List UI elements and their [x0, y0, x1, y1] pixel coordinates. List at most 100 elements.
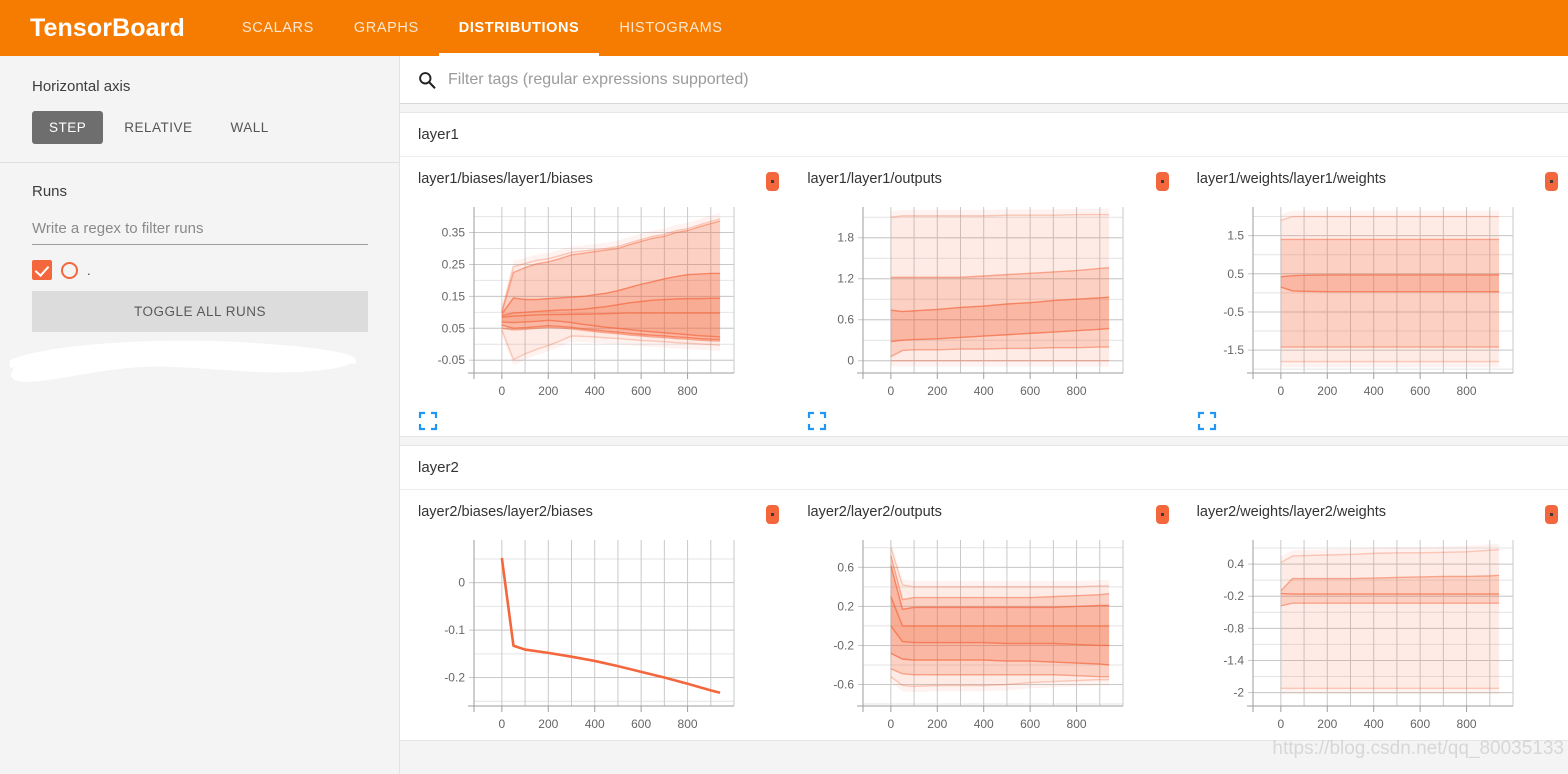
chart-plot-5[interactable]: -2 -1.4 -0.8 -0.2 0.4 0 200 400 600 800 — [1197, 530, 1558, 740]
runs-filter-input[interactable] — [32, 216, 368, 245]
app-brand: TensorBoard — [30, 13, 185, 42]
svg-text:-0.2: -0.2 — [834, 638, 855, 652]
chart-header-4: layer2/layer2/outputs — [807, 504, 1169, 524]
chart-title-1: layer1/layer1/outputs — [807, 171, 942, 187]
runs-section: Runs . TOGGLE ALL RUNS — [0, 163, 399, 332]
svg-text:600: 600 — [1020, 717, 1040, 731]
svg-text:1.5: 1.5 — [1227, 229, 1244, 243]
svg-text:0.2: 0.2 — [838, 599, 855, 613]
main-content: layer1 layer1/biases/layer1/biases -0.05… — [400, 56, 1568, 774]
chart-header-3: layer2/biases/layer2/biases — [418, 504, 780, 524]
svg-text:0: 0 — [499, 384, 506, 398]
page-body: Horizontal axis STEP RELATIVE WALL Runs … — [0, 56, 1568, 774]
toggle-all-runs-button[interactable]: TOGGLE ALL RUNS — [32, 291, 368, 332]
svg-text:800: 800 — [1067, 717, 1087, 731]
axis-option-relative[interactable]: RELATIVE — [107, 111, 209, 144]
chart-plot-3[interactable]: -0.2 -0.1 0 0 200 400 600 800 — [418, 530, 779, 740]
chart-card-4: layer2/layer2/outputs -0.6 -0.2 0.2 0.6 0 200… — [789, 490, 1178, 740]
svg-text:200: 200 — [928, 717, 948, 731]
chart-plot-2[interactable]: -1.5 -0.5 0.5 1.5 0 200 400 600 800 — [1197, 197, 1558, 407]
svg-text:0.6: 0.6 — [838, 560, 855, 574]
run-swatch-icon — [1544, 172, 1558, 191]
svg-text:-0.1: -0.1 — [444, 623, 465, 637]
tag-filter-input[interactable] — [446, 69, 1554, 90]
tab-graphs[interactable]: GRAPHS — [334, 0, 439, 56]
svg-text:0.05: 0.05 — [442, 321, 466, 335]
svg-text:600: 600 — [1020, 384, 1040, 398]
chart-group-layer2: layer2 layer2/biases/layer2/biases -0.2 -… — [400, 445, 1568, 741]
chart-plot-1[interactable]: 0 0.6 1.2 1.8 0 200 400 600 800 — [807, 197, 1168, 407]
tab-scalars[interactable]: SCALARS — [222, 0, 334, 56]
horizontal-axis-label: Horizontal axis — [32, 78, 131, 95]
app-header: TensorBoard SCALARS GRAPHS DISTRIBUTIONS… — [0, 0, 1568, 56]
svg-text:0: 0 — [888, 717, 895, 731]
svg-text:400: 400 — [1363, 717, 1383, 731]
svg-text:0.4: 0.4 — [1227, 557, 1244, 571]
run-swatch-icon — [766, 172, 780, 191]
svg-text:0: 0 — [499, 717, 506, 731]
chart-plot-0[interactable]: -0.05 0.05 0.15 0.25 0.35 0 200 400 600 800 — [418, 197, 779, 407]
chart-plot-4[interactable]: -0.6 -0.2 0.2 0.6 0 200 400 600 800 — [807, 530, 1168, 740]
run-swatch-icon — [1155, 505, 1169, 524]
horizontal-axis-options: STEP RELATIVE WALL — [32, 111, 367, 144]
chart-group-layer1: layer1 layer1/biases/layer1/biases -0.05… — [400, 112, 1568, 437]
charts-scroll-area[interactable]: layer1 layer1/biases/layer1/biases -0.05… — [400, 104, 1568, 774]
svg-text:400: 400 — [1363, 384, 1383, 398]
tag-filter-bar — [400, 56, 1568, 104]
svg-text:200: 200 — [538, 717, 558, 731]
expand-chart-icon-2[interactable] — [1197, 411, 1217, 431]
svg-text:800: 800 — [678, 384, 698, 398]
svg-text:-0.2: -0.2 — [1223, 589, 1244, 603]
svg-text:-1.5: -1.5 — [1223, 343, 1244, 357]
run-swatch-icon — [1155, 172, 1169, 191]
chart-header-5: layer2/weights/layer2/weights — [1197, 504, 1558, 524]
expand-chart-icon-0[interactable] — [418, 411, 438, 431]
svg-text:-0.05: -0.05 — [438, 353, 466, 367]
main-tabs: SCALARS GRAPHS DISTRIBUTIONS HISTOGRAMS — [222, 0, 743, 56]
sidebar: Horizontal axis STEP RELATIVE WALL Runs … — [0, 56, 400, 774]
svg-text:400: 400 — [974, 384, 994, 398]
run-swatch-icon — [1544, 505, 1558, 524]
runs-label: Runs — [32, 183, 68, 200]
svg-text:0: 0 — [1277, 384, 1284, 398]
svg-text:200: 200 — [928, 384, 948, 398]
svg-text:600: 600 — [1410, 717, 1430, 731]
chart-card-2: layer1/weights/layer1/weights -1.5 -0.5 0.… — [1179, 157, 1568, 436]
svg-text:800: 800 — [1456, 717, 1476, 731]
svg-text:0.25: 0.25 — [442, 257, 466, 271]
group-header-layer2[interactable]: layer2 — [400, 446, 1568, 490]
search-icon — [418, 71, 436, 89]
group-body-layer2: layer2/biases/layer2/biases -0.2 -0.1 0 0 20… — [400, 490, 1568, 740]
group-body-layer1: layer1/biases/layer1/biases -0.05 0.05 0.1… — [400, 157, 1568, 436]
axis-option-step[interactable]: STEP — [32, 111, 104, 144]
tab-histograms-label: HISTOGRAMS — [619, 20, 723, 36]
svg-text:0.6: 0.6 — [838, 313, 855, 327]
chart-title-0: layer1/biases/layer1/biases — [418, 171, 593, 187]
run-color-circle-icon[interactable] — [61, 261, 78, 279]
svg-text:-0.2: -0.2 — [444, 671, 465, 685]
chart-title-3: layer2/biases/layer2/biases — [418, 504, 593, 520]
svg-text:0.15: 0.15 — [442, 289, 466, 303]
chart-header-2: layer1/weights/layer1/weights — [1197, 171, 1558, 191]
svg-text:600: 600 — [1410, 384, 1430, 398]
group-header-layer1[interactable]: layer1 — [400, 113, 1568, 157]
svg-text:800: 800 — [1067, 384, 1087, 398]
chart-card-0: layer1/biases/layer1/biases -0.05 0.05 0.1… — [400, 157, 789, 436]
run-checkbox[interactable] — [32, 260, 52, 280]
axis-option-wall[interactable]: WALL — [214, 111, 286, 144]
chart-header-0: layer1/biases/layer1/biases — [418, 171, 780, 191]
svg-text:-0.5: -0.5 — [1223, 305, 1244, 319]
run-swatch-icon — [766, 505, 780, 524]
tab-histograms[interactable]: HISTOGRAMS — [599, 0, 742, 56]
svg-text:0.35: 0.35 — [442, 226, 466, 240]
svg-text:400: 400 — [974, 717, 994, 731]
svg-text:-0.8: -0.8 — [1223, 621, 1244, 635]
svg-text:1.8: 1.8 — [838, 231, 855, 245]
svg-text:-1.4: -1.4 — [1223, 653, 1244, 667]
tab-distributions[interactable]: DISTRIBUTIONS — [438, 0, 600, 56]
tab-scalars-label: SCALARS — [242, 20, 314, 36]
expand-chart-icon-1[interactable] — [807, 411, 827, 431]
svg-text:0: 0 — [1277, 717, 1284, 731]
chart-title-4: layer2/layer2/outputs — [807, 504, 942, 520]
svg-text:400: 400 — [585, 717, 605, 731]
